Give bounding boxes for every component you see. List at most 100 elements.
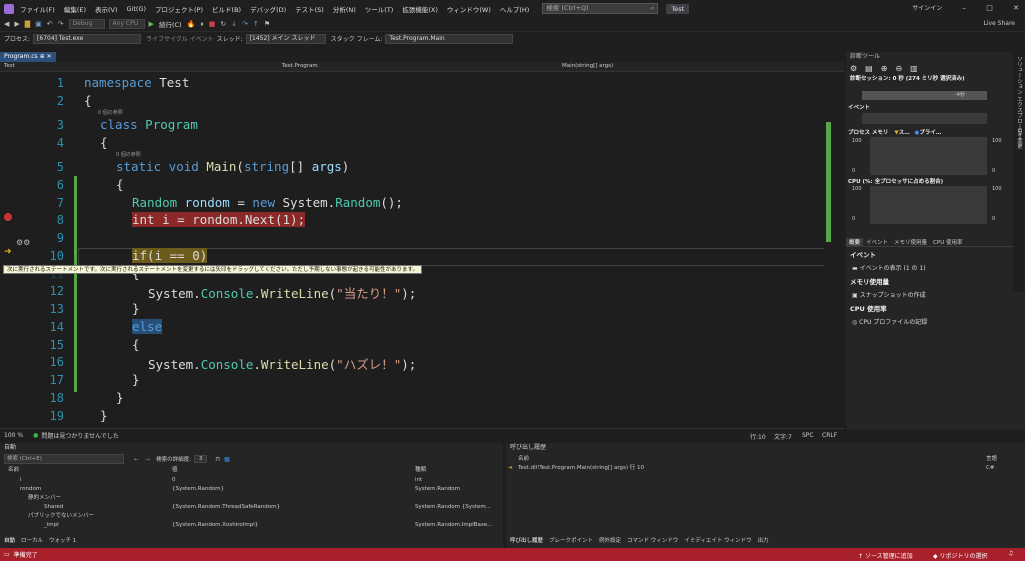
notifications-icon[interactable]: ♫ <box>1008 550 1013 557</box>
restart-icon[interactable]: ↻ <box>220 20 226 28</box>
nav-member[interactable]: Main(string[] args) <box>562 63 613 69</box>
hex-view-icon[interactable]: ▦ <box>224 456 230 463</box>
back-icon[interactable]: ◀ <box>4 20 9 28</box>
tab-locals[interactable]: ローカル <box>21 536 43 544</box>
menu-extensions[interactable]: 拡張機能(X) <box>402 4 438 14</box>
take-snapshot-link[interactable]: ▣ スナップショットの作成 <box>846 289 1013 302</box>
menu-test[interactable]: テスト(S) <box>295 4 324 14</box>
nav-project[interactable]: Test <box>4 63 15 69</box>
table-row-name[interactable]: rondom <box>20 485 41 494</box>
depth-select[interactable]: 3 <box>193 455 208 463</box>
minimize-button[interactable]: – <box>963 4 967 12</box>
col-type[interactable]: 種類 <box>415 466 426 475</box>
issues-text[interactable]: 問題は見つかりませんでした <box>41 431 119 440</box>
col-value[interactable]: 値 <box>172 466 178 475</box>
zoom-in-icon[interactable]: ⊕ <box>881 64 888 73</box>
open-folder-icon[interactable]: ▇ <box>25 20 30 28</box>
live-share-button[interactable]: Live Share <box>984 20 1015 27</box>
forward-arrow-icon[interactable]: → <box>145 456 150 463</box>
forward-icon[interactable]: ▶ <box>14 20 19 28</box>
line-ending-indicator[interactable]: CRLF <box>822 432 837 439</box>
tab-events[interactable]: イベント <box>863 238 891 246</box>
current-statement-arrow-icon[interactable]: ➜ <box>4 247 12 257</box>
col-name[interactable]: 名前 <box>8 466 19 475</box>
report-icon[interactable]: ▤ <box>865 64 873 73</box>
reference-hint[interactable]: 0 個の参照 <box>116 151 141 158</box>
pin-icon[interactable]: ⊕ <box>40 53 45 60</box>
back-arrow-icon[interactable]: ← <box>134 456 139 463</box>
menu-edit[interactable]: 編集(E) <box>64 4 86 14</box>
tab-cpu[interactable]: CPU 使用率 <box>930 238 965 246</box>
table-row-name[interactable]: i <box>20 476 22 485</box>
zoom-out-icon[interactable]: ⊖ <box>895 64 902 73</box>
redo-icon[interactable]: ↷ <box>58 20 64 28</box>
breakpoint-icon[interactable] <box>4 213 12 221</box>
pin-icon[interactable]: ⊓ <box>215 456 220 463</box>
thread-select[interactable]: [1452] メイン スレッド <box>245 33 326 44</box>
continue-button[interactable]: 続行(C) <box>159 19 182 29</box>
tab-call-stack[interactable]: 呼び出し履歴 <box>510 536 543 544</box>
menu-analyze[interactable]: 分析(N) <box>333 4 356 14</box>
tab-program-cs[interactable]: Program.cs ⊕ ✕ <box>0 52 56 62</box>
table-row-value[interactable]: {System.Random.ThreadSafeRandom} <box>172 503 280 512</box>
step-out-icon[interactable]: ↑ <box>253 20 259 28</box>
tab-autos[interactable]: 自動 <box>4 536 15 544</box>
tab-memory[interactable]: メモリ使用量 <box>891 238 930 246</box>
code-editor[interactable]: ➜ ⚙⚙ 1 2 3 4 5 6 7 8 9 10 11 12 13 14 15… <box>0 72 834 428</box>
memory-graph[interactable] <box>870 137 987 175</box>
reference-hint[interactable]: 0 個の参照 <box>98 109 123 116</box>
table-row-name[interactable]: パブリックでないメンバー <box>28 512 94 521</box>
menu-debug[interactable]: デバッグ(D) <box>250 4 286 14</box>
zoom-select[interactable]: 100 % <box>4 432 23 439</box>
table-row-value[interactable]: {System.Random} <box>172 485 224 494</box>
bookmark-icon[interactable]: ⚑ <box>264 20 270 28</box>
timeline-ruler[interactable]: -4秒 <box>862 91 987 100</box>
col-name[interactable]: 名前 <box>518 455 529 464</box>
save-icon[interactable]: ▣ <box>35 20 42 28</box>
select-repository-button[interactable]: ◆ リポジトリの選択 <box>933 551 988 560</box>
tab-output[interactable]: 出力 <box>758 536 769 544</box>
add-source-control-button[interactable]: ↑ ソース管理に追加 <box>858 551 913 560</box>
menu-help[interactable]: ヘルプ(H) <box>500 4 529 14</box>
record-cpu-link[interactable]: ◎ CPU プロファイルの記録 <box>846 316 1013 329</box>
stop-icon[interactable]: ■ <box>209 20 216 28</box>
settings-icon[interactable]: ⚙ <box>850 64 857 73</box>
table-row-frame[interactable]: Test.dll!Test.Program.Main(string[] args… <box>518 464 644 473</box>
menu-window[interactable]: ウィンドウ(W) <box>447 4 491 14</box>
pause-icon[interactable]: ⏸ <box>200 20 204 29</box>
table-row-name[interactable]: 静的メンバー <box>28 494 61 503</box>
undo-icon[interactable]: ↶ <box>47 20 53 28</box>
menu-file[interactable]: ファイル(F) <box>20 4 55 14</box>
vertical-scrollbar[interactable] <box>824 72 834 428</box>
search-input[interactable]: 検索 (Ctrl+Q) ⌕ <box>542 3 659 14</box>
lifecycle-events[interactable]: ライフサイクル イベント <box>146 34 214 43</box>
reset-zoom-icon[interactable]: ▥ <box>910 64 918 73</box>
cpu-graph[interactable] <box>870 186 987 224</box>
tab-exception-settings[interactable]: 例外設定 <box>599 536 621 544</box>
stack-frame-select[interactable]: Test.Program.Main <box>385 33 514 44</box>
process-select[interactable]: [6704] Test.exe <box>33 33 142 44</box>
close-tab-icon[interactable]: ✕ <box>47 53 52 60</box>
signin-link[interactable]: サインイン <box>912 5 942 12</box>
whitespace-indicator[interactable]: SPC <box>802 432 814 439</box>
close-window-button[interactable]: ✕ <box>1013 4 1019 12</box>
config-select[interactable]: Debug <box>68 19 105 29</box>
tab-summary[interactable]: 概要 <box>846 238 864 246</box>
menu-project[interactable]: プロジェクト(P) <box>155 4 203 14</box>
table-row-name[interactable]: _impl <box>44 521 59 530</box>
step-over-icon[interactable]: ↷ <box>242 20 248 28</box>
tab-immediate-window[interactable]: イミディエイト ウィンドウ <box>684 536 751 544</box>
step-into-icon[interactable]: ↓ <box>231 20 237 28</box>
git-changes-tab[interactable]: Git 変更 <box>1015 128 1023 149</box>
menu-git[interactable]: Git(G) <box>127 5 147 13</box>
tab-watch-1[interactable]: ウォッチ 1 <box>49 536 76 544</box>
events-track[interactable] <box>862 113 987 124</box>
menu-tools[interactable]: ツール(T) <box>365 4 394 14</box>
continue-icon[interactable]: ▶ <box>149 20 154 28</box>
table-row-name[interactable]: Shared <box>44 503 63 512</box>
table-row-value[interactable]: 0 <box>172 476 176 485</box>
menu-view[interactable]: 表示(V) <box>95 4 118 14</box>
platform-select[interactable]: Any CPU <box>108 19 145 29</box>
menu-build[interactable]: ビルド(B) <box>212 4 241 14</box>
table-row-value[interactable]: {System.Random.XoshiroImpl} <box>172 521 258 530</box>
